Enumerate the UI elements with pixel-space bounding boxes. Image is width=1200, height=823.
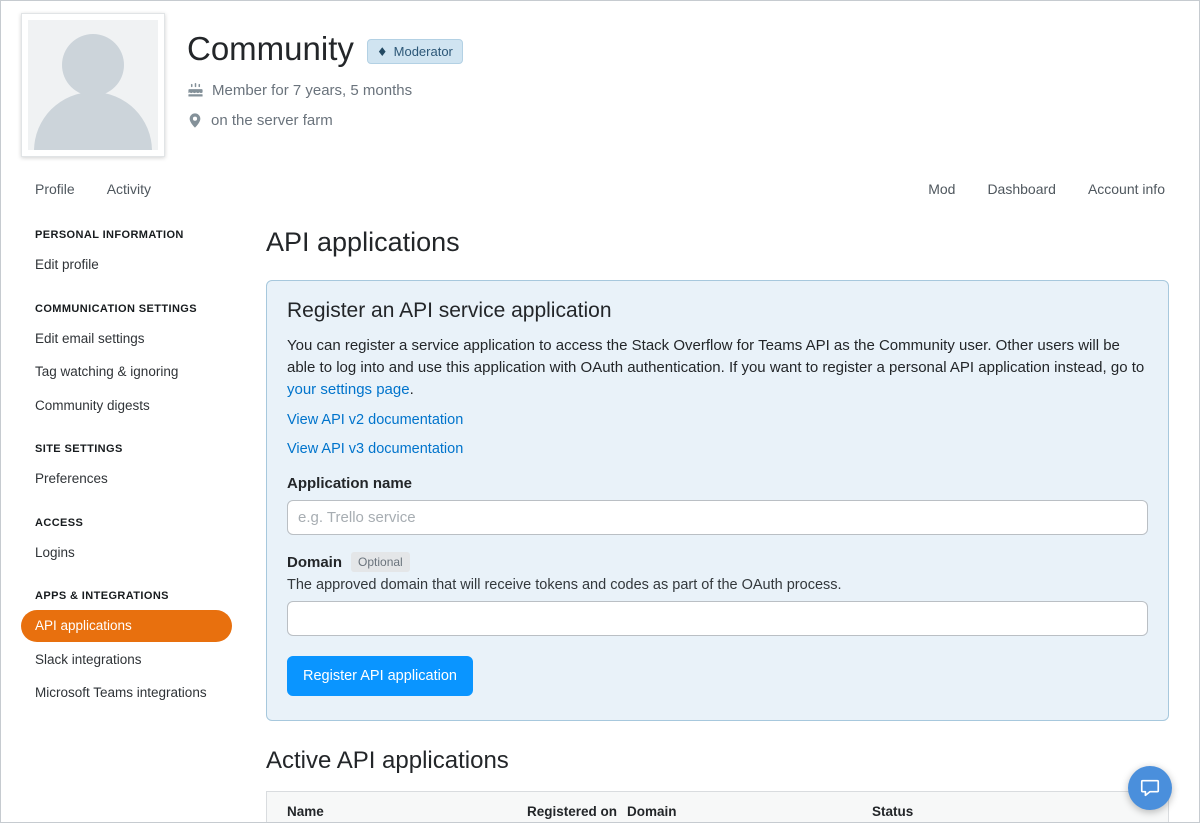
membership-row: Member for 7 years, 5 months: [187, 82, 463, 99]
domain-help-text: The approved domain that will receive to…: [287, 577, 1148, 593]
domain-input[interactable]: [287, 601, 1148, 636]
active-api-applications-title: Active API applications: [266, 747, 1169, 775]
column-header-registered-on: Registered on: [527, 804, 627, 819]
domain-label-text: Domain: [287, 554, 342, 571]
profile-header-info: Community ♦ Moderator Member for 7 years…: [187, 13, 463, 157]
location-text: on the server farm: [211, 112, 333, 129]
main-panel: API applications Register an API service…: [266, 215, 1169, 823]
profile-settings-page: Community ♦ Moderator Member for 7 years…: [0, 0, 1200, 823]
tab-profile[interactable]: Profile: [35, 181, 75, 197]
sidebar-heading-site-settings: SITE SETTINGS: [35, 443, 235, 455]
register-api-panel: Register an API service application You …: [266, 280, 1169, 721]
column-header-status: Status: [872, 804, 1168, 819]
tabs-left: Profile Activity: [35, 181, 151, 197]
sidebar-heading-access: ACCESS: [35, 517, 235, 529]
doc-links: View API v2 documentation View API v3 do…: [287, 411, 1148, 458]
domain-label: Domain Optional: [287, 552, 1148, 572]
description-part-2: .: [410, 381, 414, 398]
api-v2-docs-link[interactable]: View API v2 documentation: [287, 412, 463, 428]
table-header-row: Name Registered on Domain Status: [267, 792, 1168, 823]
content: PERSONAL INFORMATION Edit profile COMMUN…: [1, 209, 1199, 823]
tabs-right: Mod Dashboard Account info: [928, 181, 1165, 197]
avatar[interactable]: [21, 13, 165, 157]
sidebar-item-slack-integrations[interactable]: Slack integrations: [21, 644, 232, 676]
register-api-application-button[interactable]: Register API application: [287, 656, 473, 696]
location-pin-icon: [187, 112, 203, 129]
chat-bubble-icon: [1139, 777, 1161, 799]
sidebar-item-tag-watching[interactable]: Tag watching & ignoring: [21, 356, 232, 388]
sidebar-item-edit-email-settings[interactable]: Edit email settings: [21, 323, 232, 355]
profile-tabs: Profile Activity Mod Dashboard Account i…: [1, 157, 1199, 209]
tab-dashboard[interactable]: Dashboard: [987, 181, 1056, 197]
location-row: on the server farm: [187, 112, 463, 129]
chat-launcher-button[interactable]: [1128, 766, 1172, 810]
sidebar-item-logins[interactable]: Logins: [21, 537, 232, 569]
description-part-1: You can register a service application t…: [287, 337, 1144, 376]
page-title: API applications: [266, 227, 1169, 258]
moderator-badge-label: Moderator: [394, 44, 453, 59]
user-name: Community: [187, 29, 354, 69]
optional-badge: Optional: [351, 552, 410, 572]
tab-account-info[interactable]: Account info: [1088, 181, 1165, 197]
sidebar-item-api-applications[interactable]: API applications: [21, 610, 232, 642]
tab-mod[interactable]: Mod: [928, 181, 955, 197]
sidebar-heading-personal: PERSONAL INFORMATION: [35, 229, 235, 241]
diamond-icon: ♦: [377, 45, 388, 59]
application-name-input[interactable]: [287, 500, 1148, 535]
avatar-placeholder-image: [28, 20, 158, 150]
cake-icon: [187, 82, 204, 99]
application-name-label-text: Application name: [287, 475, 412, 492]
membership-text: Member for 7 years, 5 months: [212, 82, 412, 99]
sidebar-item-edit-profile[interactable]: Edit profile: [21, 249, 232, 281]
sidebar-item-preferences[interactable]: Preferences: [21, 463, 232, 495]
register-panel-description: You can register a service application t…: [287, 335, 1148, 401]
api-v3-docs-link[interactable]: View API v3 documentation: [287, 441, 463, 457]
your-settings-page-link[interactable]: your settings page: [287, 381, 410, 398]
moderator-badge: ♦ Moderator: [367, 39, 463, 64]
column-header-domain: Domain: [627, 804, 872, 819]
application-name-label: Application name: [287, 475, 1148, 492]
register-panel-title: Register an API service application: [287, 299, 1148, 323]
sidebar-item-community-digests[interactable]: Community digests: [21, 390, 232, 422]
column-header-name: Name: [267, 804, 527, 819]
settings-sidebar: PERSONAL INFORMATION Edit profile COMMUN…: [35, 215, 235, 709]
sidebar-item-msteams-integrations[interactable]: Microsoft Teams integrations: [21, 677, 232, 709]
tab-activity[interactable]: Activity: [107, 181, 151, 197]
active-applications-table: Name Registered on Domain Status: [266, 791, 1169, 823]
sidebar-heading-communication: COMMUNICATION SETTINGS: [35, 303, 235, 315]
sidebar-heading-apps-integrations: APPS & INTEGRATIONS: [35, 590, 235, 602]
profile-header: Community ♦ Moderator Member for 7 years…: [1, 1, 1199, 157]
